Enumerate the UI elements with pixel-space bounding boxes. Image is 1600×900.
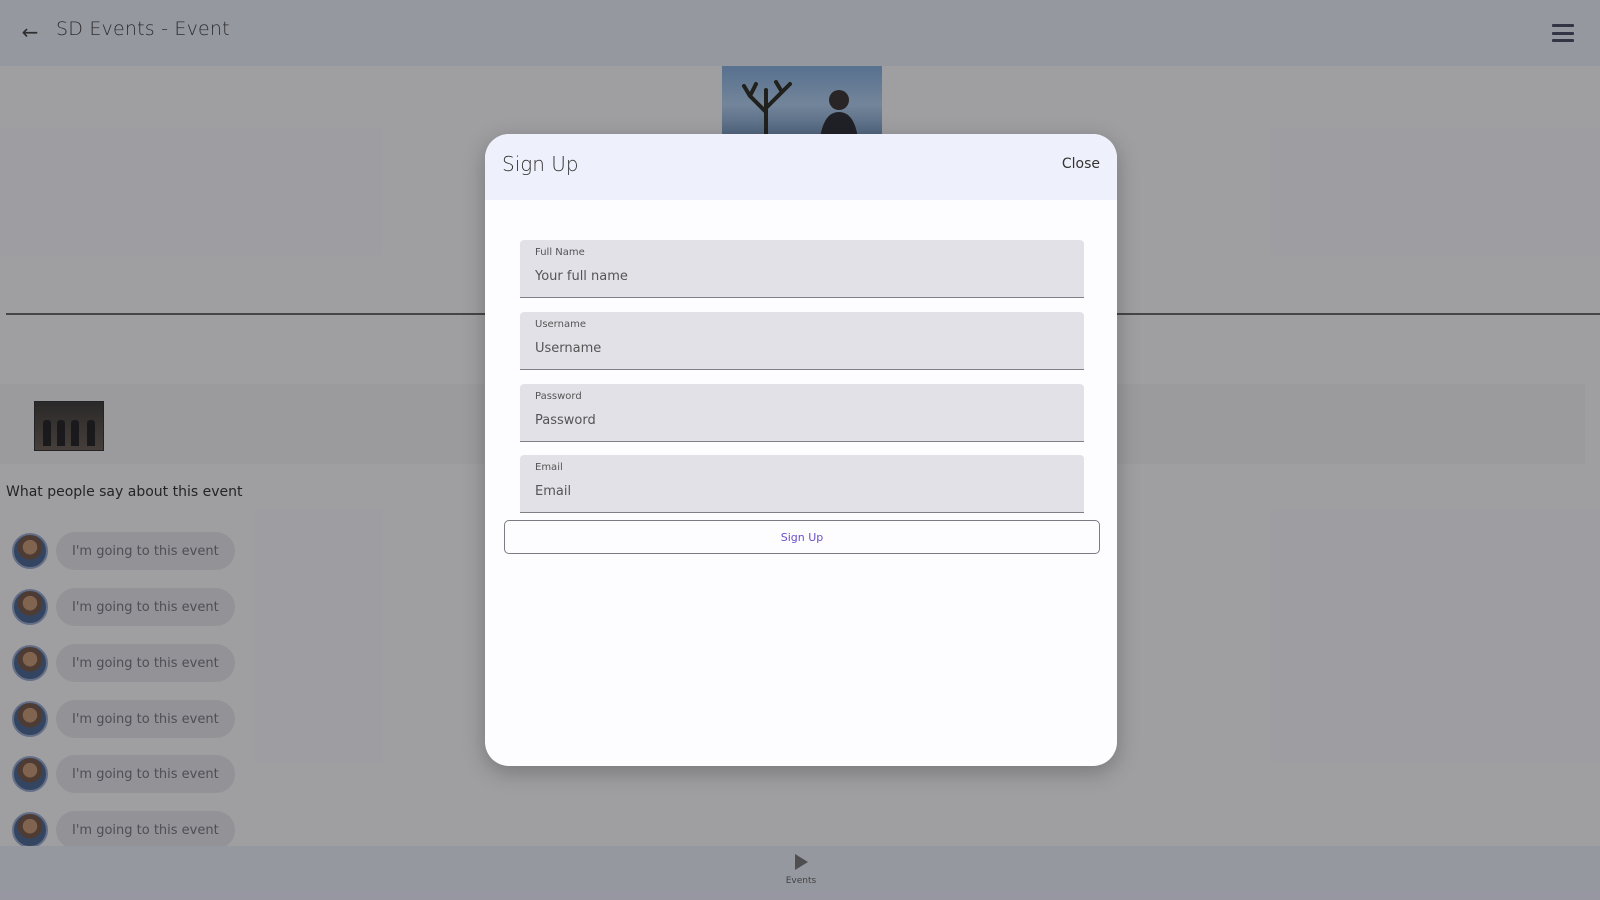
email-field[interactable]: Email <box>520 455 1084 513</box>
password-input[interactable] <box>535 409 1065 431</box>
username-field[interactable]: Username <box>520 312 1084 370</box>
full-name-input[interactable] <box>535 265 1065 287</box>
password-field[interactable]: Password <box>520 384 1084 442</box>
email-label: Email <box>535 462 563 473</box>
sign-up-button[interactable]: Sign Up <box>504 520 1100 554</box>
email-input[interactable] <box>535 480 1065 502</box>
dialog-title: Sign Up <box>502 152 579 176</box>
password-label: Password <box>535 391 582 402</box>
username-label: Username <box>535 319 586 330</box>
close-button[interactable]: Close <box>1062 156 1100 172</box>
full-name-field[interactable]: Full Name <box>520 240 1084 298</box>
sign-up-dialog: Sign Up Close Full Name Username Passwor… <box>485 134 1117 766</box>
dialog-header: Sign Up Close <box>485 134 1117 200</box>
full-name-label: Full Name <box>535 247 585 258</box>
username-input[interactable] <box>535 337 1065 359</box>
